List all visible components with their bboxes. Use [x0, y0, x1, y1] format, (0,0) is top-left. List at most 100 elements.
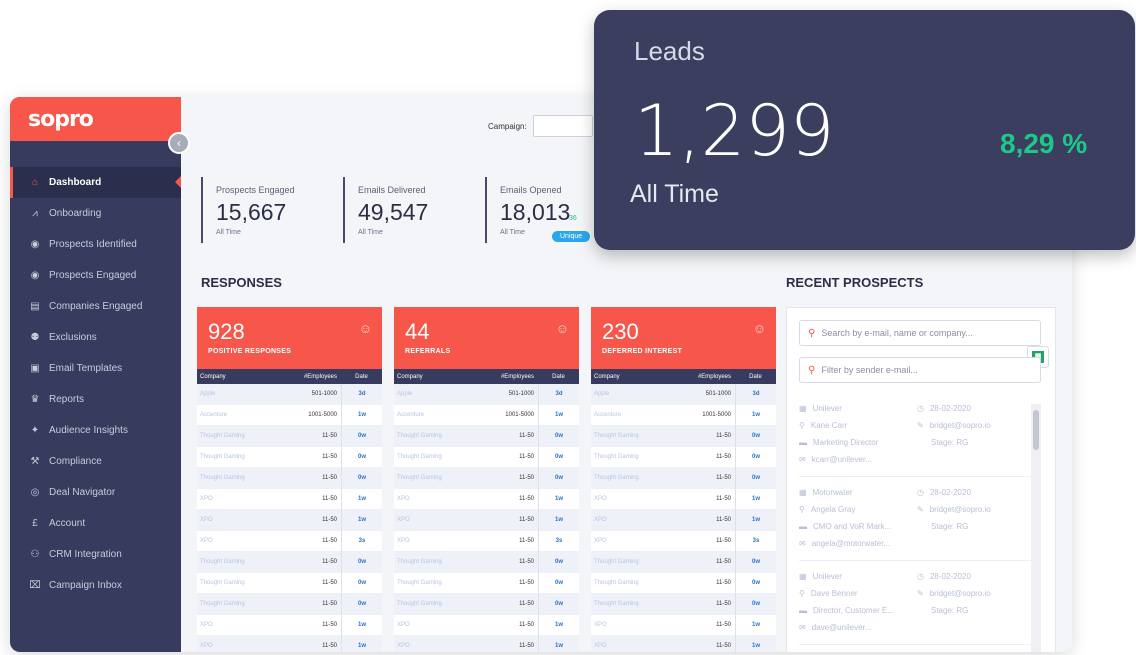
prospect-item[interactable]: ▦ Motorwater ⚲ Angela Gray ▬ CMO and VoR Mark… — [799, 488, 1031, 566]
table-row[interactable]: XPO 11-50 1w — [394, 488, 579, 510]
sidebar-item-companies-engaged[interactable]: ▤ Companies Engaged — [10, 291, 181, 322]
column-header[interactable]: Date — [341, 374, 382, 380]
date-cell: 0w — [341, 593, 382, 615]
table-row[interactable]: Apple 501-1000 3d — [197, 383, 382, 405]
company-cell: XPO — [397, 538, 410, 544]
scroll-thumb[interactable] — [1033, 410, 1039, 450]
sidebar-item-compliance[interactable]: ⚒ Compliance — [10, 446, 181, 477]
table-row[interactable]: XPO 11-50 3s — [591, 530, 776, 552]
table-row[interactable]: Thought Gaming 11-50 0w — [591, 572, 776, 594]
table-row[interactable]: XPO 11-50 1w — [591, 509, 776, 531]
prospect-item[interactable]: ▦ Unilever ⚲ Dave Benner ▬ Director, Customer… — [799, 572, 1031, 650]
response-card: 44 REFERRALS ☺ Company #Employees Date Apple 50… — [394, 307, 579, 652]
table-row[interactable]: Thought Gaming 11-50 0w — [197, 593, 382, 615]
table-row[interactable]: XPO 11-50 1w — [197, 635, 382, 652]
sidebar-item-email-templates[interactable]: ▣ Email Templates — [10, 353, 181, 384]
table-row[interactable]: Thought Gaming 11-50 0w — [197, 467, 382, 489]
table-row[interactable]: Thought Gaming 11-50 0w — [591, 446, 776, 468]
table-row[interactable]: Thought Gaming 11-50 0w — [197, 446, 382, 468]
column-header[interactable]: Company — [197, 374, 279, 380]
column-header[interactable]: Date — [735, 374, 776, 380]
stat-value: 49,547 — [358, 199, 429, 225]
employees-cell: 11-50 — [322, 433, 337, 439]
date-cell: 0w — [735, 446, 776, 468]
table-row[interactable]: XPO 11-50 1w — [197, 614, 382, 636]
table-row[interactable]: Thought Gaming 11-50 0w — [591, 593, 776, 615]
sidebar-item-crm-integration[interactable]: ⚇ CRM Integration — [10, 539, 181, 570]
table-row[interactable]: Accenture 1001-5000 1w — [591, 404, 776, 426]
table-row[interactable]: Accenture 1001-5000 1w — [197, 404, 382, 426]
table-header: Company #Employees Date — [591, 369, 776, 384]
prospect-divider — [799, 560, 1031, 561]
search-icon: ⚲ — [808, 364, 816, 376]
sidebar-item-deal-navigator[interactable]: ◎ Deal Navigator — [10, 477, 181, 508]
table-row[interactable]: Thought Gaming 11-50 0w — [394, 467, 579, 489]
column-header[interactable]: #Employees — [673, 374, 735, 380]
employees-cell: 11-50 — [716, 433, 731, 439]
prospects-scrollbar[interactable] — [1031, 404, 1041, 652]
sidebar-item-prospects-engaged[interactable]: ◉ Prospects Engaged — [10, 260, 181, 291]
search-placeholder: Search by e-mail, name or company... — [821, 328, 973, 338]
employees-cell: 11-50 — [519, 454, 534, 460]
sidebar-item-onboarding[interactable]: ⩘ Onboarding — [10, 198, 181, 229]
table-row[interactable]: Thought Gaming 11-50 0w — [394, 593, 579, 615]
table-row[interactable]: Thought Gaming 11-50 0w — [197, 572, 382, 594]
stat-label: Emails Delivered — [358, 185, 426, 195]
company-cell: XPO — [200, 496, 213, 502]
column-header[interactable]: #Employees — [476, 374, 538, 380]
prospect-sender-text: bridget@sopro.io — [929, 505, 991, 514]
sidebar-item-exclusions[interactable]: ⚉ Exclusions — [10, 322, 181, 353]
stat-emails-delivered: Emails Delivered 49,547 All Time — [343, 177, 428, 243]
sopro-logo[interactable]: sopro — [28, 107, 94, 132]
table-row[interactable]: Thought Gaming 11-50 0w — [591, 467, 776, 489]
table-row[interactable]: XPO 11-50 1w — [197, 488, 382, 510]
table-row[interactable]: Apple 501-1000 3d — [591, 383, 776, 405]
stat-label: Emails Opened — [500, 185, 562, 195]
collapse-sidebar-button[interactable]: ‹ — [168, 132, 190, 154]
table-row[interactable]: XPO 11-50 1w — [197, 509, 382, 531]
table-row[interactable]: Thought Gaming 11-50 0w — [591, 425, 776, 447]
sidebar-item-prospects-identified[interactable]: ◉ Prospects Identified — [10, 229, 181, 260]
date-cell: 0w — [538, 425, 579, 447]
date-cell: 0w — [538, 551, 579, 573]
sidebar-item-account[interactable]: £ Account — [10, 508, 181, 539]
campaign-select[interactable] — [532, 115, 593, 137]
sidebar-item-dashboard[interactable]: ⌂ Dashboard — [10, 167, 181, 198]
table-row[interactable]: XPO 11-50 1w — [394, 614, 579, 636]
sidebar-item-label: Onboarding — [49, 208, 102, 219]
smile-icon: ☺ — [358, 321, 372, 336]
table-row[interactable]: Thought Gaming 11-50 0w — [394, 446, 579, 468]
table-row[interactable]: Apple 501-1000 3d — [394, 383, 579, 405]
table-row[interactable]: XPO 11-50 1w — [394, 509, 579, 531]
mail-icon: ✉ — [799, 539, 806, 548]
sidebar-item-reports[interactable]: ♛ Reports — [10, 384, 181, 415]
table-row[interactable]: Thought Gaming 11-50 0w — [394, 551, 579, 573]
sender-filter-input[interactable]: ⚲ Filter by sender e-mail... — [799, 357, 1041, 383]
prospect-item[interactable]: ▦ Unilever ⚲ Kane Carr ▬ Marketing Director ✉ k… — [799, 404, 1031, 482]
column-header[interactable]: Company — [591, 374, 673, 380]
employees-cell: 1001-5000 — [505, 412, 534, 418]
table-row[interactable]: XPO 11-50 1w — [394, 635, 579, 652]
sidebar-item-campaign-inbox[interactable]: ⌧ Campaign Inbox — [10, 570, 181, 601]
date-cell: 0w — [735, 551, 776, 573]
column-header[interactable]: Company — [394, 374, 476, 380]
table-row[interactable]: XPO 11-50 1w — [591, 635, 776, 652]
table-row[interactable]: Thought Gaming 11-50 0w — [591, 551, 776, 573]
table-row[interactable]: XPO 11-50 1w — [591, 488, 776, 510]
table-row[interactable]: XPO 11-50 3s — [197, 530, 382, 552]
table-row[interactable]: Thought Gaming 11-50 0w — [197, 551, 382, 573]
unique-toggle[interactable]: Unique — [552, 231, 591, 242]
column-header[interactable]: Date — [538, 374, 579, 380]
table-row[interactable]: Thought Gaming 11-50 0w — [394, 572, 579, 594]
search-input[interactable]: ⚲ Search by e-mail, name or company... — [799, 320, 1041, 346]
table-row[interactable]: Thought Gaming 11-50 0w — [394, 425, 579, 447]
column-header[interactable]: #Employees — [279, 374, 341, 380]
prospect-date: ◷ 28-02-2020 — [917, 572, 971, 581]
table-row[interactable]: XPO 11-50 3s — [394, 530, 579, 552]
table-row[interactable]: Accenture 1001-5000 1w — [394, 404, 579, 426]
table-row[interactable]: Thought Gaming 11-50 0w — [197, 425, 382, 447]
filter-placeholder: Filter by sender e-mail... — [821, 365, 918, 375]
sidebar-item-audience-insights[interactable]: ✦ Audience Insights — [10, 415, 181, 446]
table-row[interactable]: XPO 11-50 1w — [591, 614, 776, 636]
employees-cell: 11-50 — [716, 496, 731, 502]
